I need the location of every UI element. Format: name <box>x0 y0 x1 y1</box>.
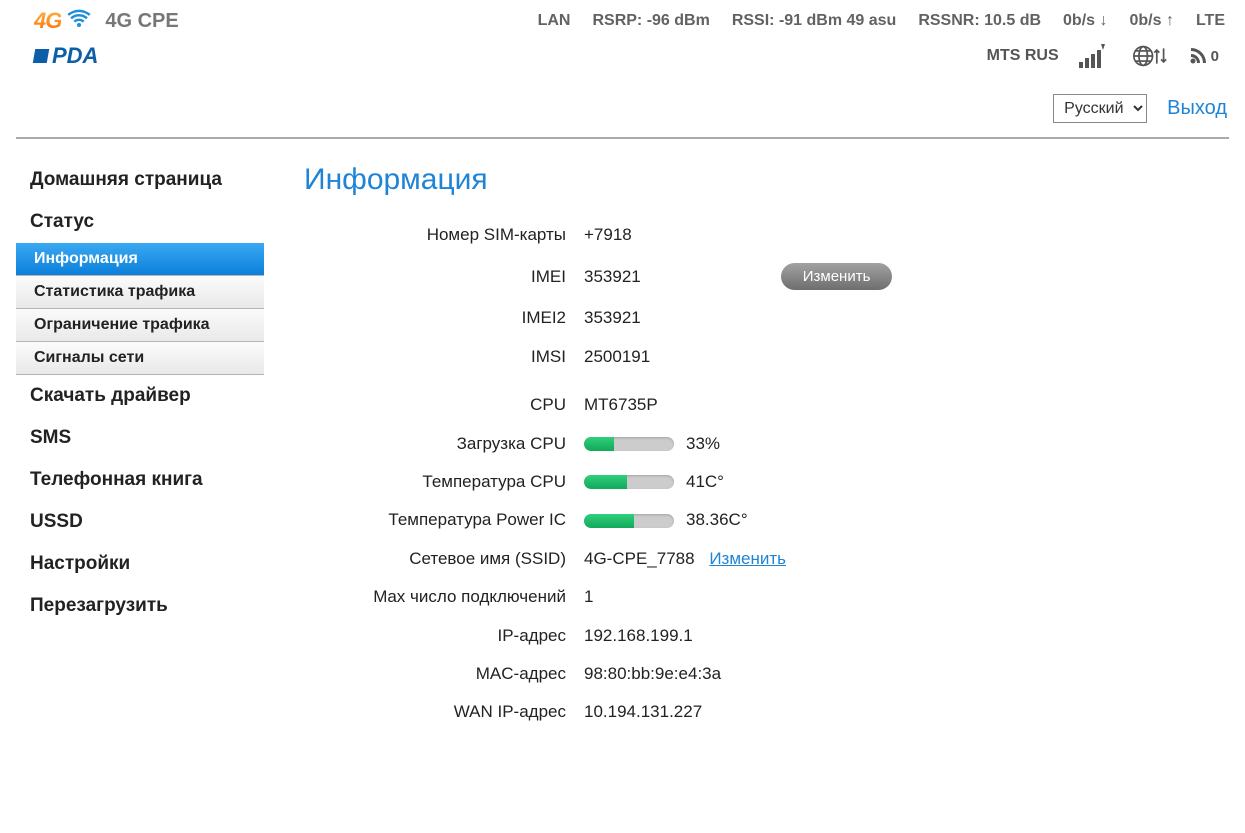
cpu-load-bar <box>584 437 674 451</box>
language-select[interactable]: Русский <box>1053 94 1147 123</box>
label-wan-ip: WAN IP-адрес <box>304 702 584 722</box>
subnav-signals[interactable]: Сигналы сети <box>16 342 264 375</box>
nav-phonebook[interactable]: Телефонная книга <box>16 459 264 501</box>
nav-status[interactable]: Статус <box>16 201 264 243</box>
logout-link[interactable]: Выход <box>1167 97 1227 120</box>
change-ssid-link[interactable]: Изменить <box>709 549 786 568</box>
value-mac: 98:80:bb:9e:e4:3a <box>584 664 721 684</box>
nav-settings[interactable]: Настройки <box>16 543 264 585</box>
stat-rsrp: RSRP: -96 dBm <box>592 12 709 30</box>
wifi-icon <box>67 9 91 34</box>
wifi-clients-count: 0 <box>1211 48 1219 65</box>
label-mac: MAC-адрес <box>304 664 584 684</box>
value-power-ic-temp: 38.36C° <box>686 510 748 530</box>
value-imei2: 353921 <box>584 308 641 328</box>
label-power-ic-temp: Температура Power IC <box>304 510 584 530</box>
sidebar: Домашняя страница Статус Информация Стат… <box>16 159 264 741</box>
cpu-temp-fill <box>584 475 627 489</box>
value-cpu-load: 33% <box>686 434 720 454</box>
label-imsi: IMSI <box>304 347 584 367</box>
label-imei2: IMEI2 <box>304 308 584 328</box>
main-content: Информация Номер SIM-карты +7918 IMEI 35… <box>264 159 1229 741</box>
header-actions: Русский Выход <box>0 76 1245 137</box>
pda-logo: PDA <box>34 43 98 69</box>
value-max-conn: 1 <box>584 587 593 607</box>
subnav-traffic-limit[interactable]: Ограничение трафика <box>16 309 264 342</box>
cpu-temp-bar <box>584 475 674 489</box>
value-sim: +7918 <box>584 225 632 245</box>
value-ip: 192.168.199.1 <box>584 626 693 646</box>
header-status-bar: 4G 4G CPE LAN RSRP: -96 dBm RSSI: -91 dB… <box>0 0 1245 38</box>
nav-sms[interactable]: SMS <box>16 417 264 459</box>
label-max-conn: Max число подключений <box>304 587 584 607</box>
subnav-traffic-stats[interactable]: Статистика трафика <box>16 276 264 309</box>
stat-rssi: RSSI: -91 dBm 49 asu <box>732 12 897 30</box>
label-ssid: Сетевое имя (SSID) <box>304 549 584 569</box>
value-wan-ip: 10.194.131.227 <box>584 702 702 722</box>
cpu-load-fill <box>584 437 614 451</box>
label-ip: IP-адрес <box>304 626 584 646</box>
power-ic-temp-bar <box>584 514 674 528</box>
stat-mode: LTE <box>1196 12 1225 30</box>
globe-updown-icon <box>1133 42 1167 70</box>
value-cpu-temp: 41C° <box>686 472 724 492</box>
value-imei: 353921 <box>584 267 641 287</box>
page-title: Информация <box>304 163 1229 197</box>
wifi-clients-icon: 0 <box>1187 42 1219 70</box>
label-cpu-load: Загрузка CPU <box>304 434 584 454</box>
label-cpu: CPU <box>304 395 584 415</box>
header-icon-bar: PDA MTS RUS 0 <box>0 38 1245 76</box>
value-imsi: 2500191 <box>584 347 650 367</box>
nav-driver[interactable]: Скачать драйвер <box>16 375 264 417</box>
signal-bars-icon <box>1079 42 1113 70</box>
label-imei: IMEI <box>304 267 584 287</box>
value-ssid: 4G-CPE_7788 <box>584 549 695 568</box>
change-imei-button[interactable]: Изменить <box>781 263 893 290</box>
nav-home[interactable]: Домашняя страница <box>16 159 264 201</box>
label-cpu-temp: Температура CPU <box>304 472 584 492</box>
device-name: 4G CPE <box>105 10 178 33</box>
stat-down: 0b/s ↓ <box>1063 12 1107 30</box>
nav-ussd[interactable]: USSD <box>16 501 264 543</box>
subnav-information[interactable]: Информация <box>16 243 264 276</box>
label-sim: Номер SIM-карты <box>304 225 584 245</box>
logo-4g-icon: 4G <box>34 8 61 34</box>
stat-rssnr: RSSNR: 10.5 dB <box>918 12 1041 30</box>
value-cpu: MT6735P <box>584 395 658 415</box>
stat-up: 0b/s ↑ <box>1130 12 1174 30</box>
power-ic-temp-fill <box>584 514 634 528</box>
stat-lan: LAN <box>538 12 571 30</box>
nav-reboot[interactable]: Перезагрузить <box>16 585 264 627</box>
carrier-name: MTS RUS <box>987 47 1059 65</box>
